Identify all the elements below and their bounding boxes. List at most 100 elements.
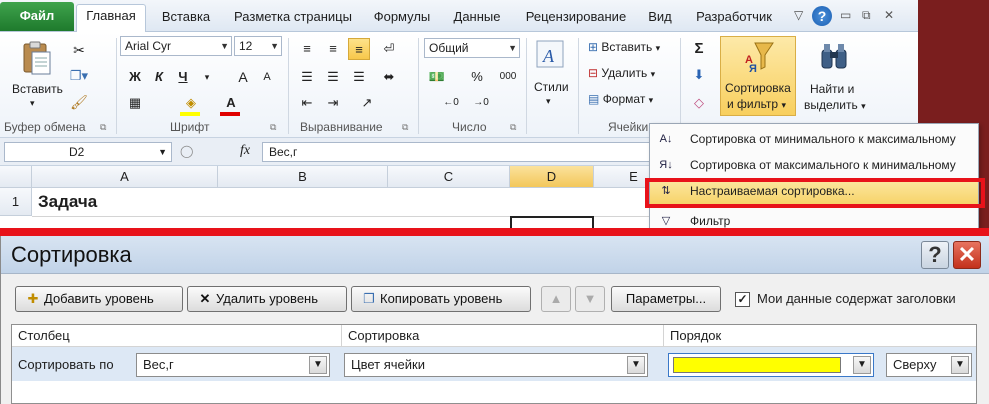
formula-splitter-icon[interactable]: ◯: [180, 144, 193, 158]
restore-icon[interactable]: ⧉: [862, 8, 871, 23]
column-header[interactable]: C: [388, 166, 510, 188]
align-middle-icon[interactable]: ≡: [322, 38, 344, 60]
italic-button[interactable]: К: [148, 66, 170, 88]
font-size-combo[interactable]: 12 ▼: [234, 36, 282, 56]
wrap-text-icon[interactable]: ⏎: [378, 38, 400, 60]
orientation-icon[interactable]: ↗: [356, 92, 378, 114]
chevron-down-icon[interactable]: ▼: [853, 356, 871, 374]
name-box[interactable]: D2 ▼: [4, 142, 172, 162]
tab-page-layout[interactable]: Разметка страницы: [226, 6, 360, 32]
copy-icon[interactable]: ❐▾: [68, 68, 90, 86]
minimize-icon[interactable]: ▭: [840, 8, 851, 22]
insert-function-button[interactable]: fx: [240, 143, 250, 159]
currency-icon[interactable]: 💵: [426, 66, 448, 88]
binoculars-icon[interactable]: [818, 40, 850, 72]
increase-indent-icon[interactable]: ⇥: [322, 92, 344, 114]
delete-cells-icon: ⊟: [588, 66, 599, 80]
has-headers-label[interactable]: Мои данные содержат заголовки: [757, 291, 956, 306]
add-level-button[interactable]: ✚ Добавить уровень: [15, 286, 183, 312]
merge-icon[interactable]: ⬌: [378, 66, 400, 88]
thousands-button[interactable]: 000: [494, 66, 522, 88]
cell-a1[interactable]: Задача: [38, 192, 97, 212]
decrease-decimal-icon[interactable]: →0: [470, 92, 492, 114]
find-label-1[interactable]: Найти и: [810, 82, 854, 96]
delete-cells-button[interactable]: ⊟ Удалить ▾: [588, 66, 655, 80]
fill-color-icon[interactable]: ◈: [180, 92, 202, 114]
format-painter-icon[interactable]: 🖌: [70, 94, 88, 112]
copy-level-button[interactable]: ❐ Копировать уровень: [351, 286, 531, 312]
align-top-icon[interactable]: ≡: [296, 38, 318, 60]
tab-home[interactable]: Главная: [76, 4, 146, 33]
decrease-indent-icon[interactable]: ⇤: [296, 92, 318, 114]
close-icon[interactable]: ✕: [884, 8, 894, 22]
align-left-icon[interactable]: ☰: [296, 66, 318, 88]
align-center-icon[interactable]: ☰: [322, 66, 344, 88]
percent-button[interactable]: %: [466, 66, 488, 88]
fill-icon[interactable]: ⬇: [688, 64, 710, 86]
tab-view[interactable]: Вид: [642, 6, 678, 32]
tab-insert[interactable]: Вставка: [150, 6, 222, 32]
select-all-corner[interactable]: [0, 166, 32, 188]
chevron-down-icon[interactable]: ▼: [309, 356, 327, 374]
paste-dropdown-icon[interactable]: ▾: [30, 98, 35, 109]
insert-cells-button[interactable]: ⊞ Вставить ▾: [588, 40, 660, 54]
paste-button[interactable]: Вставить: [12, 82, 63, 96]
ribbon-tab-bar: Файл Главная Вставка Разметка страницы Ф…: [0, 0, 989, 33]
font-launcher-icon[interactable]: ⧉: [270, 122, 276, 133]
formula-input[interactable]: Вес,г: [262, 142, 662, 162]
tab-developer[interactable]: Разработчик: [682, 6, 786, 32]
chevron-down-icon[interactable]: ▼: [627, 356, 645, 374]
format-cells-button[interactable]: ▤ Формат ▾: [588, 92, 653, 106]
clear-icon[interactable]: ◇: [688, 92, 710, 114]
paste-icon[interactable]: [18, 40, 54, 76]
cut-icon[interactable]: ✂: [70, 42, 88, 60]
styles-dropdown-icon[interactable]: ▾: [546, 96, 551, 107]
row-header[interactable]: 1: [0, 188, 32, 216]
underline-dropdown-icon[interactable]: ▾: [196, 66, 218, 88]
order-position-select[interactable]: Сверху ▼: [886, 353, 972, 377]
tab-review[interactable]: Рецензирование: [514, 6, 638, 32]
styles-button[interactable]: Стили: [534, 80, 569, 94]
menu-item-sort-ascending[interactable]: А↓ Сортировка от минимального к максимал…: [650, 126, 978, 152]
options-button[interactable]: Параметры...: [611, 286, 721, 312]
align-right-icon[interactable]: ☰: [348, 66, 370, 88]
clipboard-launcher-icon[interactable]: ⧉: [100, 122, 106, 133]
move-down-button[interactable]: ▼: [575, 286, 605, 312]
increase-decimal-icon[interactable]: ←0: [440, 92, 462, 114]
move-up-button[interactable]: ▲: [541, 286, 571, 312]
align-bottom-icon[interactable]: ≡: [348, 38, 370, 60]
dialog-close-button[interactable]: ✕: [953, 241, 981, 269]
bold-button[interactable]: Ж: [124, 66, 146, 88]
autosum-button[interactable]: Σ: [688, 38, 710, 60]
alignment-launcher-icon[interactable]: ⧉: [402, 122, 408, 133]
column-header[interactable]: B: [218, 166, 388, 188]
tab-file[interactable]: Файл: [0, 2, 74, 31]
find-label-2[interactable]: выделить ▾: [804, 98, 866, 112]
dialog-help-button[interactable]: ?: [921, 241, 949, 269]
has-headers-checkbox[interactable]: ✓: [735, 292, 750, 307]
format-cells-icon: ▤: [588, 92, 600, 106]
grow-font-button[interactable]: A: [232, 66, 254, 88]
column-select[interactable]: Вес,г ▼: [136, 353, 330, 377]
borders-icon[interactable]: ▦: [124, 92, 146, 114]
column-header[interactable]: A: [32, 166, 218, 188]
number-format-combo[interactable]: Общий ▼: [424, 38, 520, 58]
chevron-down-icon[interactable]: ▼: [951, 356, 969, 374]
sort-on-select[interactable]: Цвет ячейки ▼: [344, 353, 648, 377]
sort-filter-button[interactable]: АЯ Сортировка и фильтр ▾: [720, 36, 796, 116]
tab-formulas[interactable]: Формулы: [364, 6, 440, 32]
styles-icon[interactable]: A: [534, 38, 566, 70]
order-color-select[interactable]: ▼: [668, 353, 874, 377]
font-name-combo[interactable]: Arial Cyr ▼: [120, 36, 232, 56]
tab-data[interactable]: Данные: [444, 6, 510, 32]
delete-level-button[interactable]: ✕ Удалить уровень: [187, 286, 347, 312]
menu-item-sort-descending[interactable]: Я↓ Сортировка от максимального к минимал…: [650, 152, 978, 178]
number-launcher-icon[interactable]: ⧉: [510, 122, 516, 133]
font-color-button[interactable]: A: [220, 92, 242, 114]
sort-level-row[interactable]: Сортировать по Вес,г ▼ Цвет ячейки ▼ ▼ С…: [12, 347, 976, 381]
shrink-font-button[interactable]: A: [256, 66, 278, 88]
column-header[interactable]: D: [510, 166, 594, 188]
underline-button[interactable]: Ч: [172, 66, 194, 88]
help-icon[interactable]: ?: [812, 6, 832, 26]
minimize-ribbon-icon[interactable]: ▽: [794, 8, 803, 22]
